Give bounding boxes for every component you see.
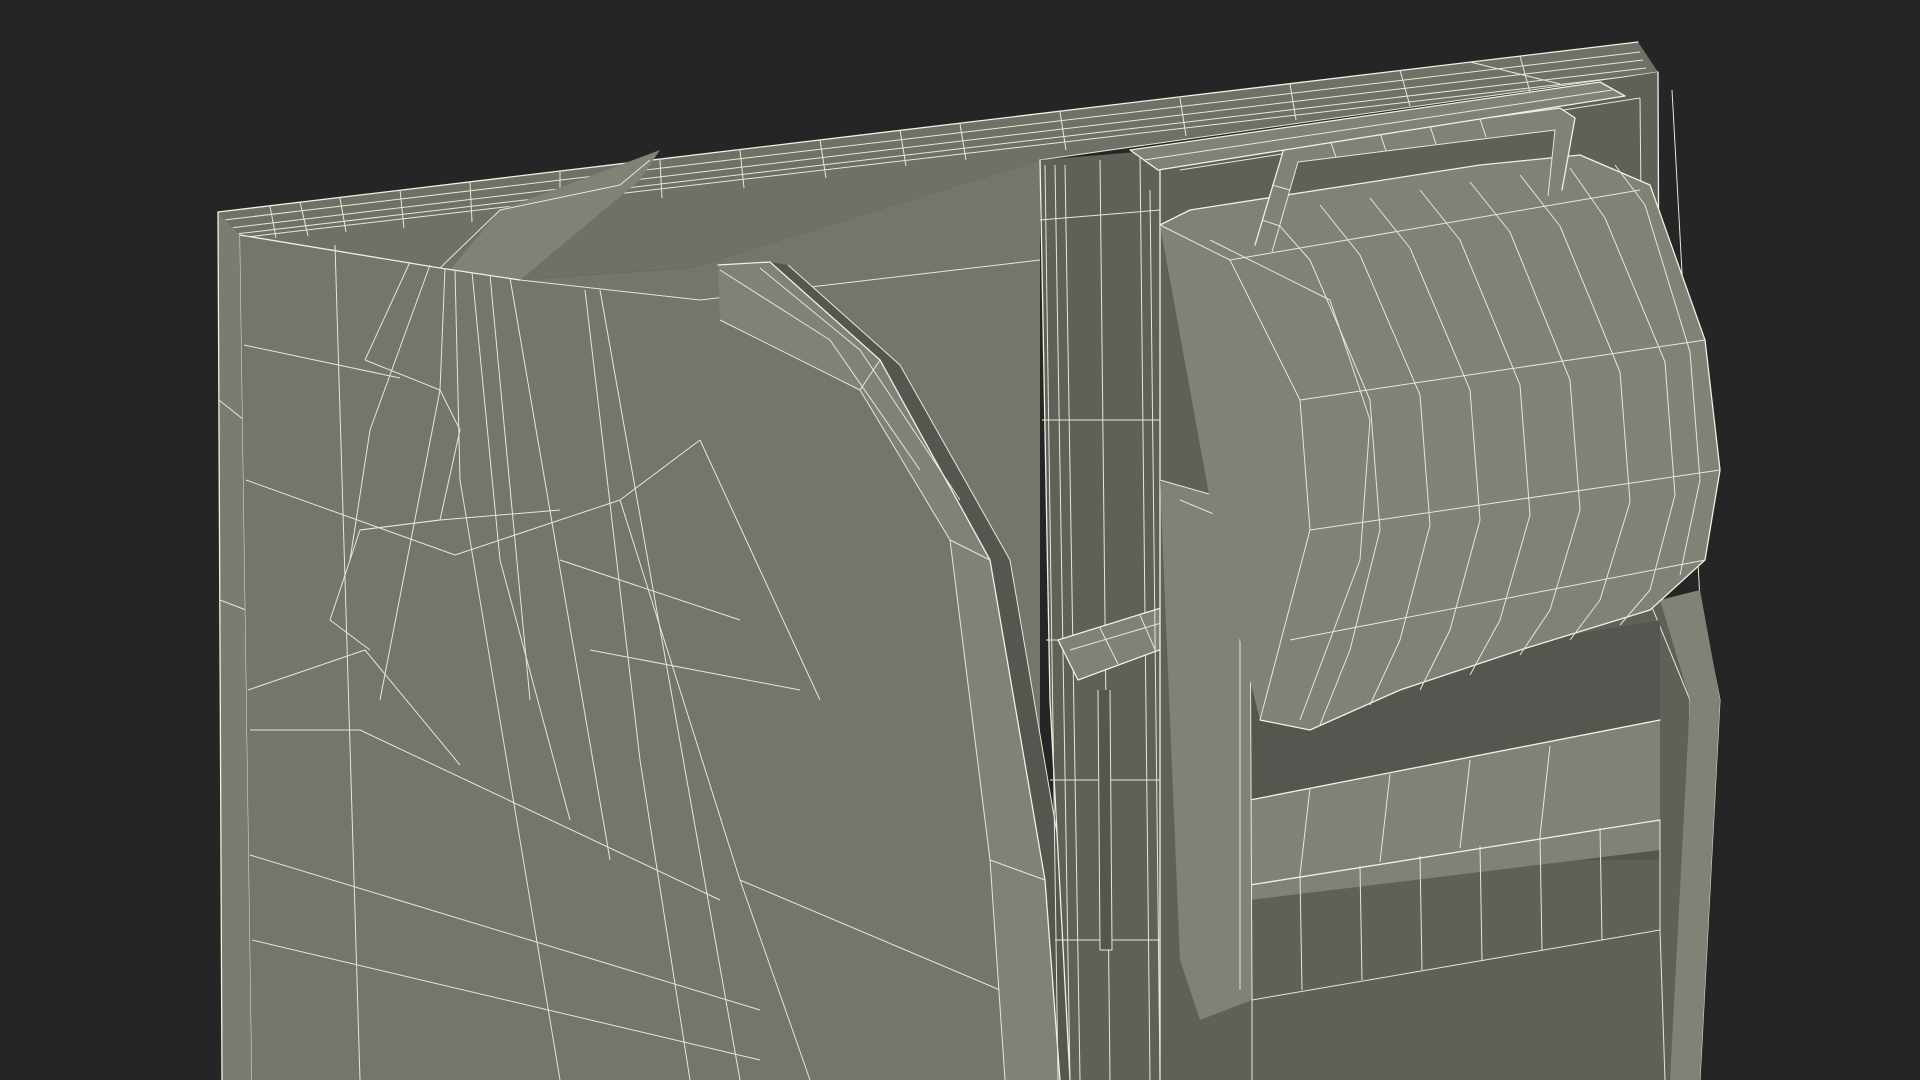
front-panel <box>239 150 1041 1080</box>
wireframe-model <box>217 41 1721 1080</box>
render-viewport <box>0 0 1920 1080</box>
